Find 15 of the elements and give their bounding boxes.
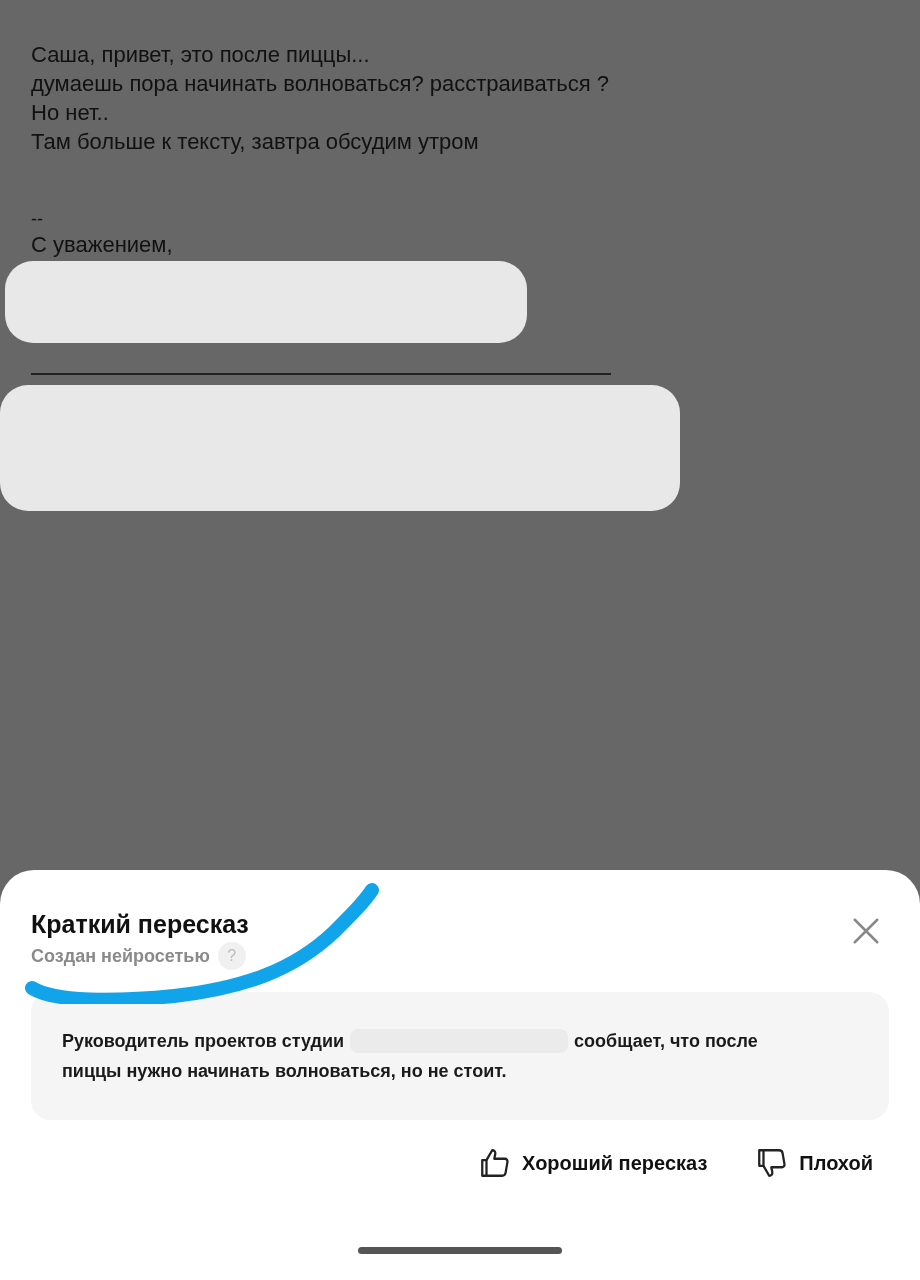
summary-text: пиццы нужно начинать волноваться, но не стоит. (62, 1061, 507, 1081)
email-text-line: думаешь пора начинать волноваться? расстраиваться ? (31, 70, 611, 98)
close-button[interactable] (851, 916, 881, 946)
email-text-line: Там больше к тексту, завтра обсудим утром (31, 128, 480, 156)
closing-text: С уважением, (31, 231, 173, 259)
email-text-line: Саша, привет, это после пиццы... (31, 41, 371, 69)
email-text-line: Но нет.. (31, 99, 110, 127)
close-icon (851, 916, 881, 946)
signature-separator: -- (31, 208, 43, 230)
sheet-title: Краткий пересказ (31, 909, 249, 940)
summary-text: сообщает, что после (574, 1030, 758, 1053)
good-summary-button[interactable]: Хороший пересказ (478, 1146, 708, 1180)
summary-text: Руководитель проектов студии (62, 1030, 345, 1053)
bad-summary-button[interactable]: Плохой (755, 1146, 873, 1180)
sheet-subtitle: Создан нейросетью (31, 944, 210, 968)
